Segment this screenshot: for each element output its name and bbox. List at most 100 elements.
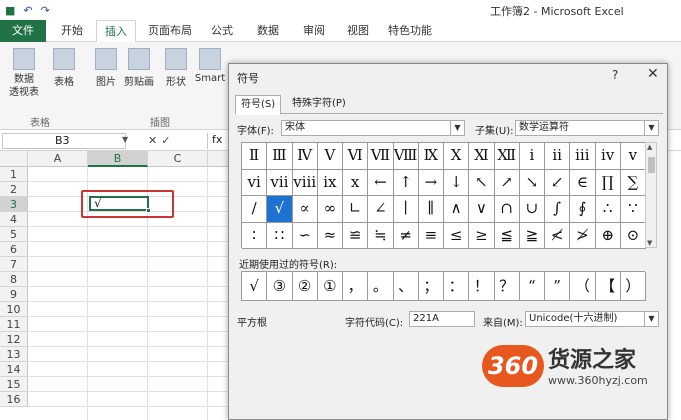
symbol-cell[interactable]: Ⅱ <box>242 143 268 170</box>
row-header[interactable]: 6 <box>0 242 28 257</box>
row-header[interactable]: 8 <box>0 272 28 287</box>
recent-symbol-cell[interactable]: ） <box>620 272 646 301</box>
symbol-cell[interactable]: ∪ <box>519 196 545 223</box>
help-button[interactable]: ? <box>612 68 618 82</box>
recent-symbol-cell[interactable]: 【 <box>595 272 621 301</box>
symbol-cell[interactable]: ∩ <box>494 196 520 223</box>
tab-view[interactable]: 视图 <box>340 20 376 42</box>
symbol-cell[interactable]: ⅴ <box>620 143 646 170</box>
symbol-cell[interactable]: ⊙ <box>620 222 646 249</box>
row-header[interactable]: 9 <box>0 287 28 302</box>
row-header[interactable]: 13 <box>0 347 28 362</box>
row-header[interactable]: 15 <box>0 377 28 392</box>
symbol-cell[interactable]: ↘ <box>519 169 545 196</box>
tab-data[interactable]: 数据 <box>250 20 286 42</box>
symbol-cell[interactable]: ≤ <box>444 222 470 249</box>
symbol-cell[interactable]: → <box>418 169 444 196</box>
symbol-cell[interactable]: ∷ <box>267 222 293 249</box>
recent-symbol-cell[interactable]: ” <box>545 272 571 301</box>
scroll-down-icon[interactable]: ▼ <box>647 239 652 247</box>
symbol-cell[interactable]: ∞ <box>317 196 343 223</box>
symbol-cell[interactable]: ∠ <box>368 196 394 223</box>
table-button[interactable]: 表格 <box>50 48 78 88</box>
row-header[interactable]: 4 <box>0 212 28 227</box>
enter-icon[interactable]: ✓ <box>161 134 174 147</box>
recent-symbol-cell[interactable]: ① <box>317 272 343 301</box>
symbol-cell[interactable]: Ⅷ <box>393 143 419 170</box>
name-box[interactable]: B3 <box>2 133 126 149</box>
column-header[interactable]: B <box>88 151 148 167</box>
recent-symbol-cell[interactable]: ③ <box>267 272 293 301</box>
recent-symbol-cell[interactable]: √ <box>242 272 268 301</box>
column-header[interactable]: A <box>28 151 88 167</box>
recent-symbol-cell[interactable]: ！ <box>469 272 495 301</box>
symbol-cell[interactable]: ∴ <box>595 196 621 223</box>
tab-symbols[interactable]: 符号(S) <box>235 95 282 115</box>
symbol-cell[interactable]: ∑ <box>620 169 646 196</box>
symbol-cell[interactable]: ⅶ <box>267 169 293 196</box>
insert-function-button[interactable]: fx <box>207 133 227 149</box>
tab-insert[interactable]: 插入 <box>96 20 136 43</box>
smartart-button[interactable]: Smart <box>194 48 226 84</box>
row-header[interactable]: 12 <box>0 332 28 347</box>
symbol-cell[interactable]: ⅳ <box>595 143 621 170</box>
symbol-cell[interactable]: Ⅶ <box>368 143 394 170</box>
symbol-cell[interactable]: ⅸ <box>317 169 343 196</box>
symbol-cell[interactable]: ≠ <box>393 222 419 249</box>
symbol-cell[interactable]: ∈ <box>570 169 596 196</box>
symbol-cell[interactable]: ≡ <box>418 222 444 249</box>
row-header[interactable]: 5 <box>0 227 28 242</box>
picture-button[interactable]: 图片 <box>92 48 120 88</box>
row-header[interactable]: 3 <box>0 197 28 212</box>
symbol-cell[interactable]: ⅲ <box>570 143 596 170</box>
symbol-cell[interactable]: ∮ <box>570 196 596 223</box>
excel-save-icon[interactable]: ■ <box>5 4 15 17</box>
symbol-cell[interactable]: ⅰ <box>519 143 545 170</box>
symbol-cell[interactable]: ≦ <box>494 222 520 249</box>
undo-icon[interactable]: ↶ <box>23 4 32 17</box>
recent-symbol-cell[interactable]: ， <box>343 272 369 301</box>
symbol-cell[interactable]: Ⅺ <box>469 143 495 170</box>
symbol-cell[interactable]: ⊕ <box>595 222 621 249</box>
symbol-cell[interactable]: ∶ <box>242 222 268 249</box>
row-header[interactable]: 11 <box>0 317 28 332</box>
recent-symbol-cell[interactable]: ② <box>292 272 318 301</box>
symbol-cell[interactable]: Ⅻ <box>494 143 520 170</box>
recent-symbol-cell[interactable]: 。 <box>368 272 394 301</box>
font-select[interactable]: 宋体 ▼ <box>281 120 465 136</box>
select-all-corner[interactable] <box>0 151 28 167</box>
symbol-cell[interactable]: ∧ <box>444 196 470 223</box>
row-header[interactable]: 1 <box>0 167 28 182</box>
symbol-cell[interactable]: Ⅸ <box>418 143 444 170</box>
symbol-cell[interactable]: ≮ <box>545 222 571 249</box>
subset-select[interactable]: 数学运算符 ▼ <box>515 120 659 136</box>
symbol-cell[interactable]: ≈ <box>317 222 343 249</box>
tab-page-layout[interactable]: 页面布局 <box>146 20 194 42</box>
symbol-cell[interactable]: ∝ <box>292 196 318 223</box>
symbol-cell[interactable]: Ⅵ <box>343 143 369 170</box>
symbol-cell[interactable]: Ⅹ <box>444 143 470 170</box>
symbol-cell[interactable]: ∥ <box>418 196 444 223</box>
tab-special-characters[interactable]: 特殊字符(P) <box>287 95 351 114</box>
symbol-cell[interactable]: ⅵ <box>242 169 268 196</box>
symbol-cell[interactable]: ∫ <box>545 196 571 223</box>
symbol-cell[interactable]: ⅹ <box>343 169 369 196</box>
recent-symbol-cell[interactable]: （ <box>570 272 596 301</box>
symbol-cell[interactable]: Ⅴ <box>317 143 343 170</box>
symbol-cell[interactable]: ← <box>368 169 394 196</box>
row-header[interactable]: 2 <box>0 182 28 197</box>
symbol-cell[interactable]: ↖ <box>469 169 495 196</box>
row-header[interactable]: 16 <box>0 392 28 407</box>
shapes-button[interactable]: 形状 <box>162 48 190 88</box>
symbol-cell[interactable]: ∽ <box>292 222 318 249</box>
row-header[interactable]: 14 <box>0 362 28 377</box>
symbol-cell[interactable]: ∨ <box>469 196 495 223</box>
redo-icon[interactable]: ↷ <box>41 4 50 17</box>
symbol-cell[interactable]: ↗ <box>494 169 520 196</box>
symbol-cell[interactable]: ∵ <box>620 196 646 223</box>
tab-home[interactable]: 开始 <box>52 20 92 42</box>
tab-file[interactable]: 文件 <box>0 20 46 42</box>
column-header[interactable]: C <box>148 151 208 167</box>
recent-symbol-cell[interactable]: ； <box>418 272 444 301</box>
pivot-table-button[interactable]: 数据 透视表 <box>6 48 42 99</box>
